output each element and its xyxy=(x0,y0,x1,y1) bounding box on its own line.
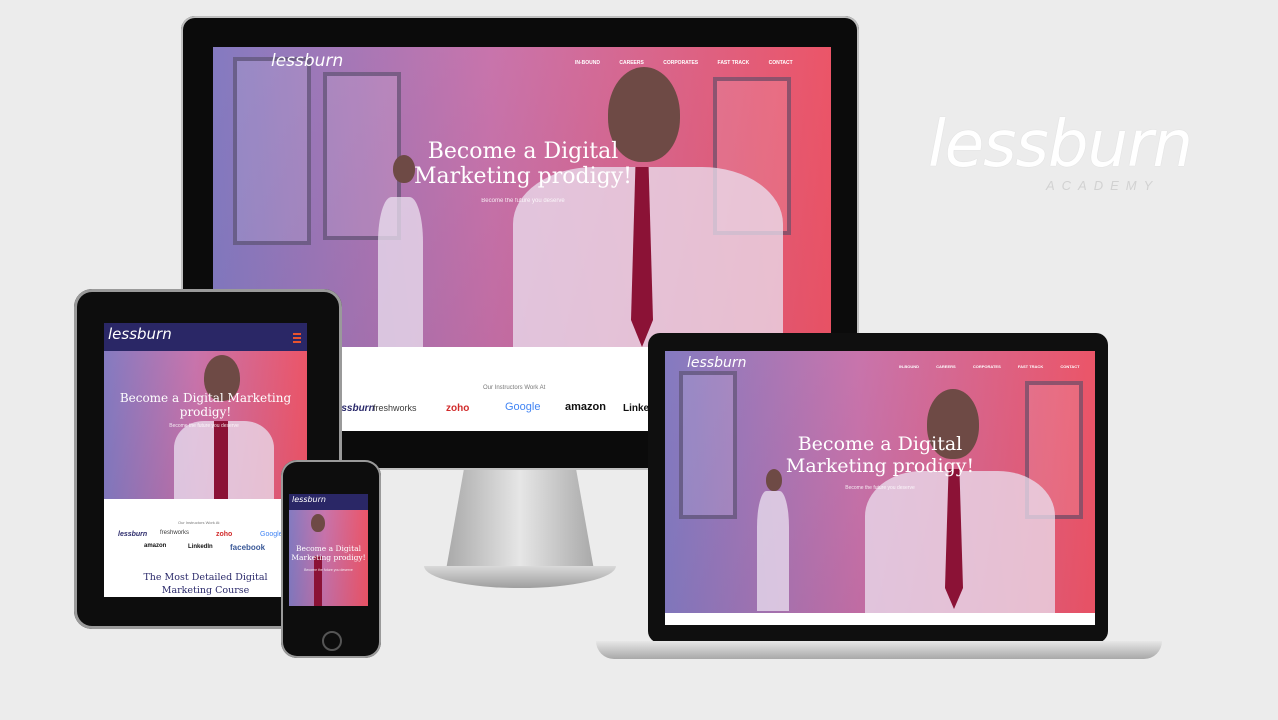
partner-logo: amazon xyxy=(565,401,606,413)
brand-logo-word: lessburn xyxy=(928,108,1193,182)
person-shirt xyxy=(757,491,789,611)
brand-logo: lessburn ACADEMY xyxy=(928,108,1193,200)
phone-logo[interactable]: lessburn xyxy=(292,495,326,504)
partner-logo: lessburn xyxy=(118,531,148,538)
partner-logo: freshworks xyxy=(160,530,190,536)
laptop-hero: lessburn IN-BOUND CAREERS CORPORATES FAS… xyxy=(665,351,1095,613)
phone-hero-subtitle: Become the future you deserve xyxy=(304,568,353,572)
hero-title-line: Marketing prodigy! xyxy=(785,455,975,477)
person-tie xyxy=(214,421,228,499)
partners-heading: Our Instructors Work At xyxy=(483,385,546,391)
laptop-nav: IN-BOUND CAREERS CORPORATES FAST TRACK C… xyxy=(899,364,1080,369)
hero-title-line: Become a Digital xyxy=(296,544,361,553)
person-tie xyxy=(314,556,322,606)
tablet-content: Our Instructors Work At lessburn freshwo… xyxy=(104,499,307,597)
nav-item[interactable]: FAST TRACK xyxy=(1018,364,1043,369)
course-heading-line: The Most Detailed Digital xyxy=(143,572,268,583)
person-head xyxy=(311,514,325,532)
partner-logo: zoho xyxy=(446,403,470,414)
laptop-hero-subtitle: Become the future you deserve xyxy=(845,485,915,491)
nav-item[interactable]: CAREERS xyxy=(619,60,643,66)
tablet-hero-title: Become a Digital Marketing prodigy! xyxy=(114,391,297,419)
desktop-hero-subtitle: Become the future you deserve xyxy=(481,198,565,204)
partner-logo: freshworks xyxy=(373,403,417,413)
hero-title-line: Become a Digital Marketing xyxy=(119,391,292,405)
hero-title-line: Marketing prodigy! xyxy=(414,164,632,189)
hero-title-line: Become a Digital xyxy=(427,139,619,164)
desktop-nav: IN-BOUND CAREERS CORPORATES FAST TRACK C… xyxy=(575,60,793,66)
window-shape xyxy=(233,57,311,245)
laptop-base xyxy=(596,641,1162,659)
nav-item[interactable]: CONTACT xyxy=(769,60,793,66)
tablet-hero: Become a Digital Marketing prodigy! Beco… xyxy=(104,351,307,499)
course-heading: The Most Detailed Digital Marketing Cour… xyxy=(104,571,307,597)
nav-item[interactable]: CONTACT xyxy=(1060,364,1079,369)
partner-logo: Google xyxy=(260,531,283,538)
partner-logo: facebook xyxy=(230,543,266,552)
hero-title-line: Become a Digital xyxy=(797,433,963,455)
partner-logo: LinkedIn xyxy=(188,544,213,550)
person-shirt xyxy=(378,197,423,347)
hero-title-line: Marketing prodigy! xyxy=(291,553,366,562)
phone-hero: Become a Digital Marketing prodigy! Beco… xyxy=(289,510,368,606)
desktop-logo[interactable]: lessburn xyxy=(271,51,343,71)
nav-item[interactable]: CORPORATES xyxy=(973,364,1001,369)
phone-home-button[interactable] xyxy=(322,631,342,651)
partner-logo: zoho xyxy=(216,531,233,538)
partner-logo: Google xyxy=(505,401,541,413)
monitor-stand xyxy=(446,470,594,570)
tablet-logo[interactable]: lessburn xyxy=(108,325,172,343)
laptop-logo[interactable]: lessburn xyxy=(687,355,746,371)
laptop-hero-title: Become a Digital Marketing prodigy! xyxy=(760,433,1000,477)
partners-heading: Our Instructors Work At xyxy=(178,520,220,525)
hero-title-line: prodigy! xyxy=(179,405,232,419)
brand-logo-sub: ACADEMY xyxy=(1046,178,1160,193)
tablet-header: lessburn xyxy=(104,323,307,351)
nav-item[interactable]: CORPORATES xyxy=(663,60,698,66)
monitor-stand-base xyxy=(424,566,616,588)
laptop-screen-bottom xyxy=(665,613,1095,625)
window-shape xyxy=(679,371,737,519)
tablet-hero-subtitle: Become the future you deserve xyxy=(169,423,239,429)
menu-icon[interactable] xyxy=(293,333,301,343)
nav-item[interactable]: FAST TRACK xyxy=(718,60,750,66)
desktop-hero-title: Become a Digital Marketing prodigy! xyxy=(363,139,683,189)
phone-hero-title: Become a Digital Marketing prodigy! xyxy=(291,544,366,562)
partner-logo: amazon xyxy=(144,543,167,549)
nav-item[interactable]: CAREERS xyxy=(936,364,956,369)
nav-item[interactable]: IN-BOUND xyxy=(575,60,600,66)
nav-item[interactable]: IN-BOUND xyxy=(899,364,919,369)
course-heading-line: Marketing Course xyxy=(161,585,250,596)
phone-header: lessburn xyxy=(289,494,368,510)
